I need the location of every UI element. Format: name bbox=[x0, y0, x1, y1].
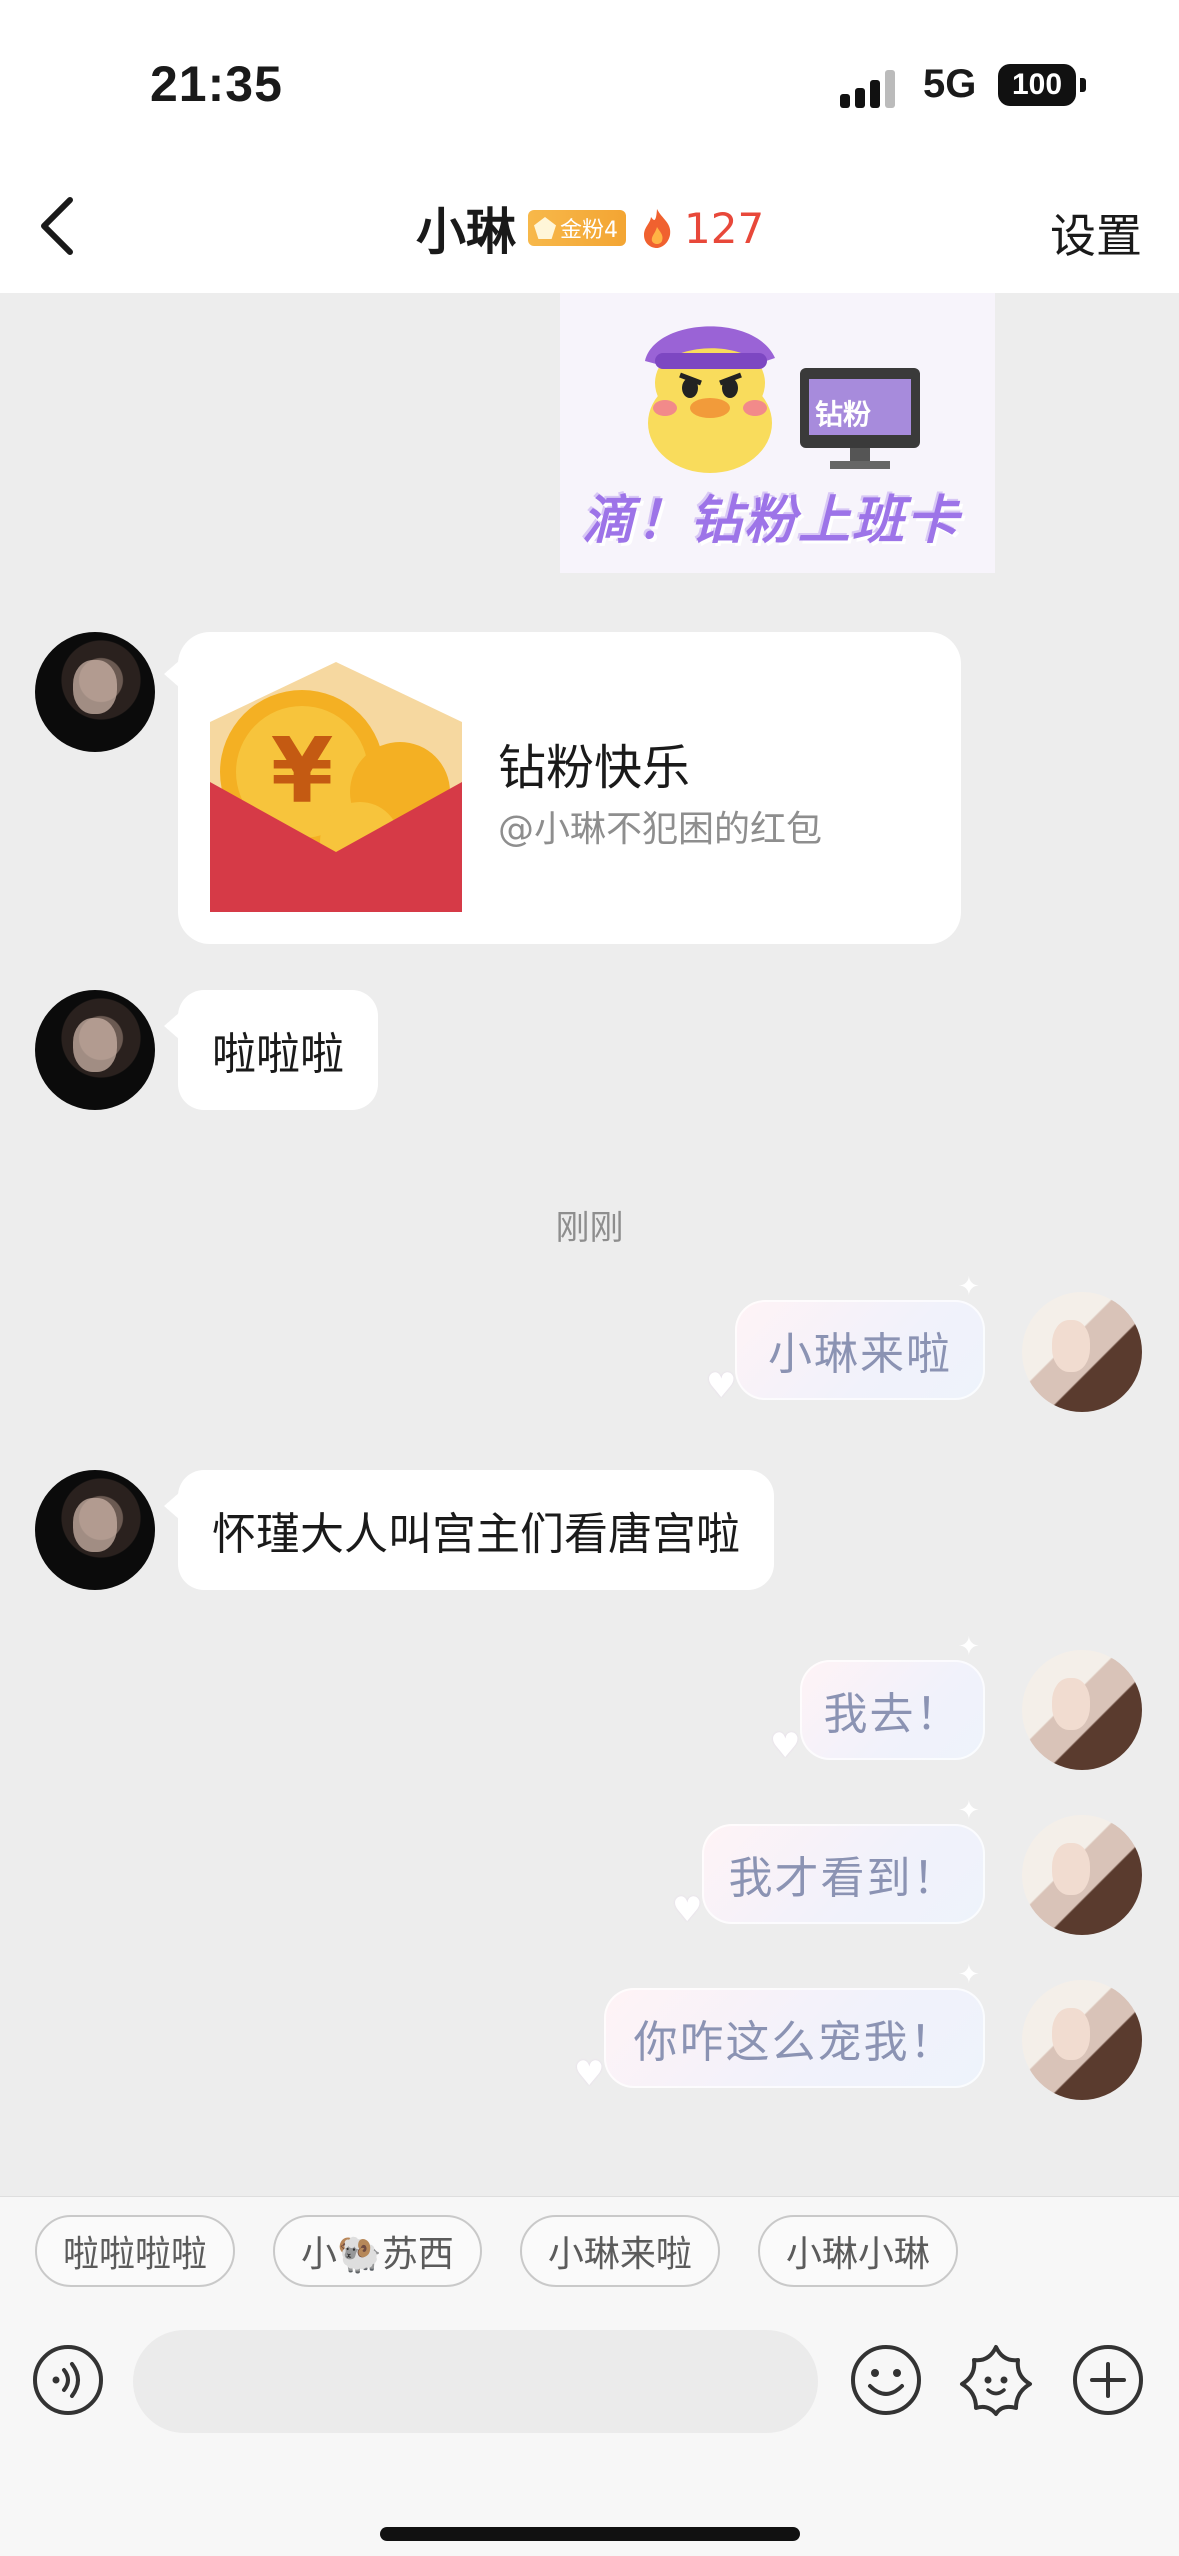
avatar[interactable] bbox=[1022, 1650, 1142, 1770]
voice-icon[interactable] bbox=[30, 2342, 106, 2418]
heart-icon: ♥ bbox=[672, 1890, 703, 1930]
message-bubble[interactable]: 小琳来啦 bbox=[735, 1300, 985, 1400]
sticker-caption: 滴！钻粉上班卡 bbox=[582, 491, 961, 551]
heart-icon: ♥ bbox=[574, 2054, 605, 2094]
message-bubble[interactable]: 我去！ bbox=[800, 1660, 985, 1760]
battery-nub bbox=[1080, 78, 1086, 92]
message-bubble[interactable]: 啦啦啦 bbox=[164, 990, 378, 1110]
red-packet-title: 钻粉快乐 bbox=[498, 740, 691, 796]
fire-count: 127 bbox=[684, 203, 765, 253]
settings-button[interactable]: 设置 bbox=[1050, 200, 1142, 266]
quick-reply-chip[interactable]: 啦啦啦啦 bbox=[35, 2215, 236, 2287]
sparkle-icon: ✦ bbox=[958, 1960, 980, 1990]
home-indicator[interactable] bbox=[380, 2527, 800, 2541]
quick-reply-chip[interactable]: 小琳小琳 bbox=[757, 2215, 958, 2287]
plus-icon[interactable] bbox=[1070, 2342, 1146, 2418]
fan-level-badge: 金粉4 bbox=[528, 210, 626, 246]
back-button[interactable] bbox=[28, 190, 88, 262]
signal-icon bbox=[840, 70, 900, 108]
quick-reply-chip[interactable]: 小🐏苏西 bbox=[273, 2215, 482, 2287]
contact-name: 小琳 bbox=[416, 203, 516, 261]
sticker-label: 钻粉 bbox=[815, 398, 872, 431]
message-bubble[interactable]: 你咋这么宠我！ bbox=[604, 1988, 985, 2088]
red-packet-icon: ¥ bbox=[210, 662, 462, 912]
svg-text:¥: ¥ bbox=[271, 719, 334, 824]
message-bubble[interactable]: 怀瑾大人叫宫主们看唐宫啦 bbox=[164, 1470, 774, 1590]
fire-icon bbox=[644, 209, 671, 248]
chat-title[interactable]: 小琳 金粉4 127 bbox=[416, 192, 764, 264]
message-input[interactable] bbox=[133, 2330, 818, 2433]
message-bubble[interactable]: 我才看到！ bbox=[702, 1824, 985, 1924]
timestamp: 刚刚 bbox=[555, 1208, 624, 1248]
fan-badge-label: 金粉4 bbox=[560, 218, 618, 243]
battery-icon: 100 bbox=[998, 64, 1076, 106]
sparkle-icon: ✦ bbox=[958, 1796, 980, 1826]
red-packet-message[interactable]: ¥ 钻粉快乐 @小琳不犯困的红包 bbox=[164, 632, 961, 944]
sticker-icon[interactable] bbox=[958, 2342, 1034, 2418]
avatar[interactable] bbox=[1022, 1980, 1142, 2100]
duck-sticker-icon bbox=[645, 326, 775, 473]
sparkle-icon: ✦ bbox=[958, 1632, 980, 1662]
network-type: 5G bbox=[923, 62, 977, 106]
sticker-message[interactable]: 钻粉 滴！钻粉上班卡 bbox=[560, 293, 995, 573]
heart-icon: ♥ bbox=[770, 1726, 801, 1766]
chevron-left-icon bbox=[41, 197, 73, 255]
red-packet-subtitle: @小琳不犯困的红包 bbox=[498, 809, 823, 850]
gem-icon bbox=[534, 217, 556, 239]
avatar[interactable] bbox=[1022, 1815, 1142, 1935]
avatar[interactable] bbox=[35, 990, 155, 1110]
avatar[interactable] bbox=[35, 1470, 155, 1590]
emoji-icon[interactable] bbox=[848, 2342, 924, 2418]
top-bar: 21:35 5G 100 小琳 金粉4 127 设置 bbox=[0, 0, 1179, 293]
sparkle-icon: ✦ bbox=[958, 1272, 980, 1302]
avatar[interactable] bbox=[35, 632, 155, 752]
quick-replies: 啦啦啦啦 小🐏苏西 小琳来啦 小琳小琳 bbox=[35, 2215, 958, 2287]
quick-reply-chip[interactable]: 小琳来啦 bbox=[519, 2215, 720, 2287]
avatar[interactable] bbox=[1022, 1292, 1142, 1412]
input-bar: 啦啦啦啦 小🐏苏西 小琳来啦 小琳小琳 bbox=[0, 2196, 1179, 2556]
heart-icon: ♥ bbox=[706, 1366, 737, 1406]
status-time: 21:35 bbox=[150, 56, 283, 112]
